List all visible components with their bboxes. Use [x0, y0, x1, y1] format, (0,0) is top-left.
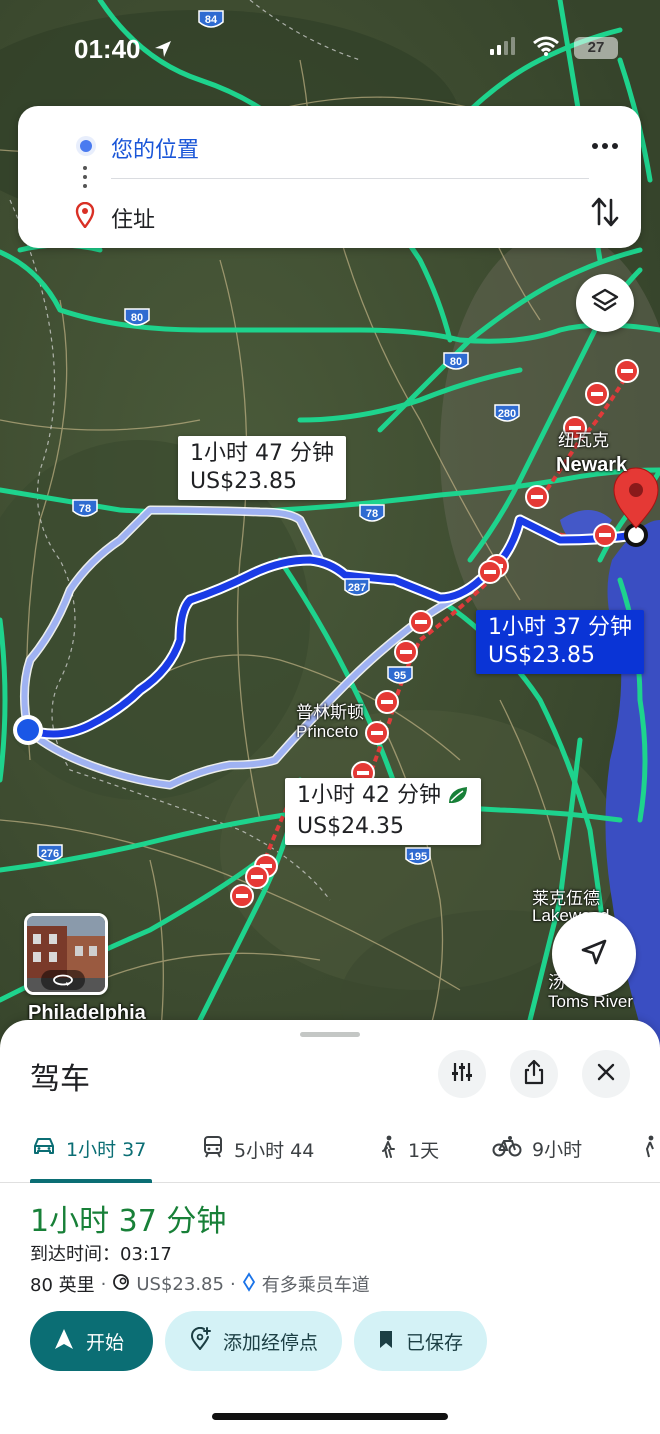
arrival-label: 到达时间：: [30, 1244, 120, 1265]
highway-shield: 78: [72, 499, 98, 519]
highway-shield: 95: [387, 666, 413, 686]
highway-shield: 195: [405, 847, 431, 867]
status-time: 01:40: [74, 34, 141, 64]
start-label: 开始: [86, 1331, 125, 1354]
layers-button[interactable]: [576, 274, 634, 332]
hiker-icon: [640, 1135, 660, 1164]
add-stop-button[interactable]: 添加经停点: [165, 1311, 343, 1371]
callout-toll: US$23.85: [190, 469, 298, 494]
callout-duration: 1小时 47 分钟: [190, 441, 334, 466]
wifi-icon: [532, 36, 560, 60]
share-icon: [522, 1059, 546, 1089]
highway-shield: 84: [198, 10, 224, 30]
swap-direction-button[interactable]: [589, 194, 621, 230]
arrival-value: 03:17: [120, 1244, 172, 1265]
layers-icon: [590, 286, 620, 320]
start-button[interactable]: 开始: [30, 1311, 153, 1371]
location-arrow-icon: [152, 38, 174, 64]
close-button[interactable]: [582, 1050, 630, 1098]
separator-dot: ·: [100, 1273, 107, 1295]
route-callout-alt-2[interactable]: 1小时 42 分钟 US$24.35: [285, 778, 481, 845]
tune-icon: [450, 1060, 474, 1088]
add-location-icon: [189, 1326, 211, 1356]
origin-dot-icon: [76, 136, 96, 156]
tab-transit[interactable]: 5小时 44: [202, 1135, 314, 1164]
destination-field[interactable]: 住址: [111, 202, 155, 234]
saved-button[interactable]: 已保存: [354, 1311, 488, 1371]
route-distance: 80 英里: [30, 1275, 95, 1296]
callout-toll: US$23.85: [488, 643, 596, 668]
highway-shield: 280: [494, 404, 520, 424]
divider: [111, 178, 589, 179]
tab-label: 1天: [408, 1140, 440, 1162]
highway-shield: 276: [37, 844, 63, 864]
hov-note: 有多乘员车道: [261, 1275, 370, 1296]
route-toll: US$23.85: [136, 1273, 224, 1295]
directions-search-card: 您的位置 住址: [18, 106, 641, 248]
home-indicator: [212, 1413, 448, 1420]
arrival-time: 到达时间：03:17: [30, 1240, 172, 1266]
hov-diamond-icon: [242, 1271, 256, 1297]
share-button[interactable]: [510, 1050, 558, 1098]
tab-label: 5小时 44: [234, 1140, 315, 1162]
tab-walking[interactable]: 1天: [378, 1135, 439, 1164]
origin-field[interactable]: 您的位置: [111, 132, 199, 164]
origin-marker: [13, 715, 43, 745]
callout-duration: 1小时 37 分钟: [488, 615, 632, 640]
route-options-button[interactable]: [438, 1050, 486, 1098]
tab-label: 1小时 37: [66, 1139, 147, 1161]
route-callout-alt-1[interactable]: 1小时 47 分钟 US$23.85: [178, 436, 346, 500]
highway-shield: 78: [359, 504, 385, 524]
signal-icon: [488, 36, 518, 60]
place-label-newark: Newark: [556, 454, 628, 476]
travel-mode-tabs: 1小时 37 5小时 44 1天 9小时: [0, 1125, 660, 1183]
navigation-icon: [54, 1328, 74, 1355]
navigation-arrow-icon: [577, 935, 611, 973]
add-stop-label: 添加经停点: [223, 1331, 319, 1354]
tab-cycling[interactable]: 9小时: [492, 1135, 582, 1162]
swap-vertical-icon: [589, 197, 621, 234]
highway-shield: 80: [124, 308, 150, 328]
more-horizontal-icon: [589, 143, 621, 164]
directions-sheet: 驾车 1小时 37 5小时 44 1天 9小时 1小时 37 分钟 到达时间：0: [0, 1020, 660, 1434]
close-icon: [595, 1061, 617, 1087]
highway-shield: 287: [344, 578, 370, 598]
recenter-button[interactable]: [552, 912, 636, 996]
tab-more[interactable]: [640, 1135, 660, 1164]
tab-label: 9小时: [532, 1139, 583, 1161]
route-duration: 1小时 37 分钟: [30, 1204, 227, 1239]
battery-indicator: 27: [574, 37, 618, 59]
eco-leaf-icon: [447, 785, 469, 813]
route-callout-selected[interactable]: 1小时 37 分钟 US$23.85: [476, 610, 644, 674]
callout-duration: 1小时 42 分钟: [297, 783, 441, 808]
status-bar: 01:40 27: [0, 30, 660, 70]
rotate-360-icon: [41, 970, 85, 990]
separator-dot: ·: [229, 1273, 236, 1295]
place-label-newark-zh: 纽瓦克: [558, 431, 609, 450]
callout-toll: US$24.35: [297, 814, 405, 839]
tab-driving[interactable]: 1小时 37: [32, 1135, 146, 1162]
bike-icon: [492, 1135, 522, 1162]
toll-icon: [112, 1273, 130, 1296]
destination-pin-icon: [75, 201, 95, 232]
highway-shield: 80: [443, 352, 469, 372]
active-tab-indicator: [30, 1179, 152, 1183]
sheet-grabber[interactable]: [300, 1032, 360, 1037]
map-view[interactable]: 84 80 80 280 78 78 287 95 276 195 纽瓦克 Ne…: [0, 0, 660, 1060]
more-options-button[interactable]: [589, 132, 621, 160]
street-view-thumbnail[interactable]: [24, 913, 108, 995]
train-icon: [202, 1135, 224, 1164]
place-label-princeton-zh: 普林斯顿: [296, 703, 364, 722]
sheet-title: 驾车: [30, 1062, 90, 1097]
walk-icon: [378, 1135, 398, 1164]
route-details: 80 英里 · US$23.85 · 有多乘员车道: [30, 1271, 370, 1297]
place-label-princeton: Princeto: [296, 722, 359, 741]
car-icon: [32, 1136, 56, 1161]
action-buttons: 开始 添加经停点 已保存: [30, 1311, 488, 1371]
bookmark-icon: [378, 1329, 394, 1354]
saved-label: 已保存: [406, 1331, 464, 1354]
route-dots-icon: [83, 166, 87, 192]
